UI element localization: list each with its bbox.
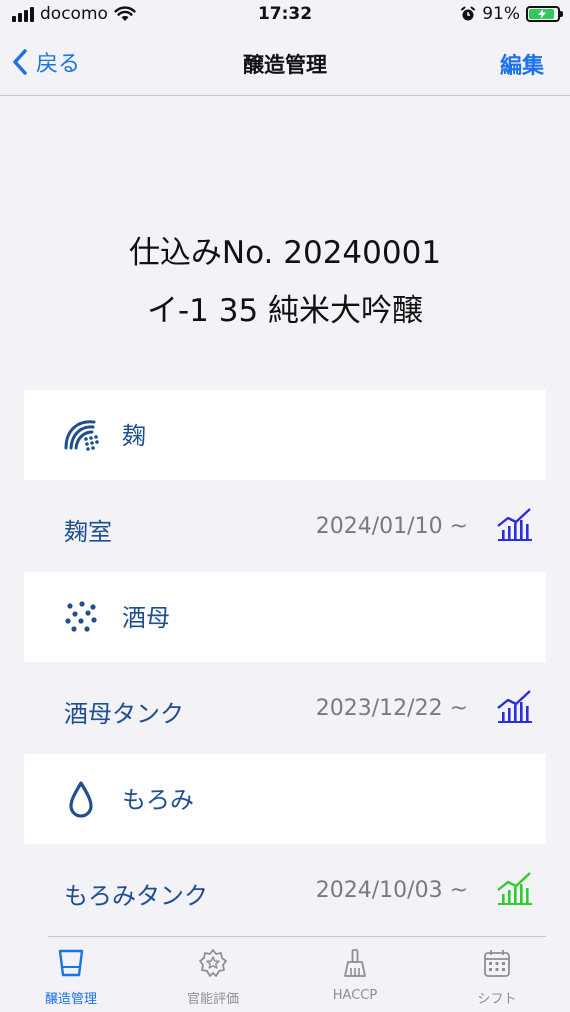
section-moromi: もろみ	[24, 754, 546, 844]
status-right: 91%	[460, 4, 563, 24]
broom-icon	[344, 949, 366, 977]
section-label: もろみ	[122, 786, 194, 814]
battery-icon	[526, 6, 563, 22]
row-date: 2023/12/22 ~	[315, 696, 468, 721]
nav-bar: 戻る 醸造管理 編集	[0, 30, 570, 96]
glass-icon	[58, 949, 84, 977]
status-bar: docomo 17:32 91%	[0, 0, 570, 30]
battery-level	[529, 9, 555, 19]
row-shubo-tank[interactable]: 酒母タンク 2023/12/22 ~	[24, 666, 546, 758]
section-shubo: 酒母	[24, 572, 546, 662]
row-date: 2024/10/03 ~	[315, 878, 468, 903]
batch-number: 仕込みNo. 20240001	[128, 235, 442, 271]
tab-haccp[interactable]: HACCP	[284, 948, 426, 1012]
tab-label: 醸造管理	[44, 992, 97, 1007]
calendar-icon	[484, 950, 510, 977]
koji-icon	[64, 420, 99, 451]
tab-bar: 醸造管理 官能評価 HACCP シフト	[0, 936, 570, 1012]
tab-label: シフト	[477, 992, 517, 1007]
batch-header: 仕込みNo. 20240001 イ-1 35 純米大吟醸	[0, 230, 570, 334]
tab-label: HACCP	[332, 988, 378, 1003]
chart-icon[interactable]	[496, 870, 534, 906]
section-koji: 麹	[24, 390, 546, 480]
section-label: 酒母	[122, 604, 170, 632]
chart-icon[interactable]	[496, 688, 534, 724]
edit-button[interactable]: 編集	[500, 48, 544, 80]
section-label: 麹	[122, 422, 146, 450]
battery-percent: 91%	[482, 4, 520, 24]
batch-name: イ-1 35 純米大吟醸	[146, 293, 424, 329]
row-label: 麹室	[64, 518, 112, 546]
charging-bolt-icon	[537, 9, 546, 19]
row-date: 2024/01/10 ~	[315, 514, 468, 539]
row-label: 酒母タンク	[64, 700, 184, 728]
star-badge-icon	[199, 949, 227, 977]
dots-icon	[65, 601, 97, 632]
chart-icon[interactable]	[496, 506, 534, 542]
row-koji-room[interactable]: 麹室 2024/01/10 ~	[24, 484, 546, 576]
row-moromi-tank[interactable]: もろみタンク 2024/10/03 ~	[24, 848, 546, 940]
tab-shift[interactable]: シフト	[426, 948, 568, 1012]
tab-sensory[interactable]: 官能評価	[142, 948, 284, 1012]
alarm-icon	[461, 6, 476, 21]
row-label: もろみタンク	[64, 882, 208, 910]
tab-divider	[48, 936, 546, 937]
page-title: 醸造管理	[243, 53, 327, 77]
tab-label: 官能評価	[186, 992, 239, 1007]
droplet-icon	[69, 781, 93, 818]
tab-brewing[interactable]: 醸造管理	[0, 948, 142, 1012]
